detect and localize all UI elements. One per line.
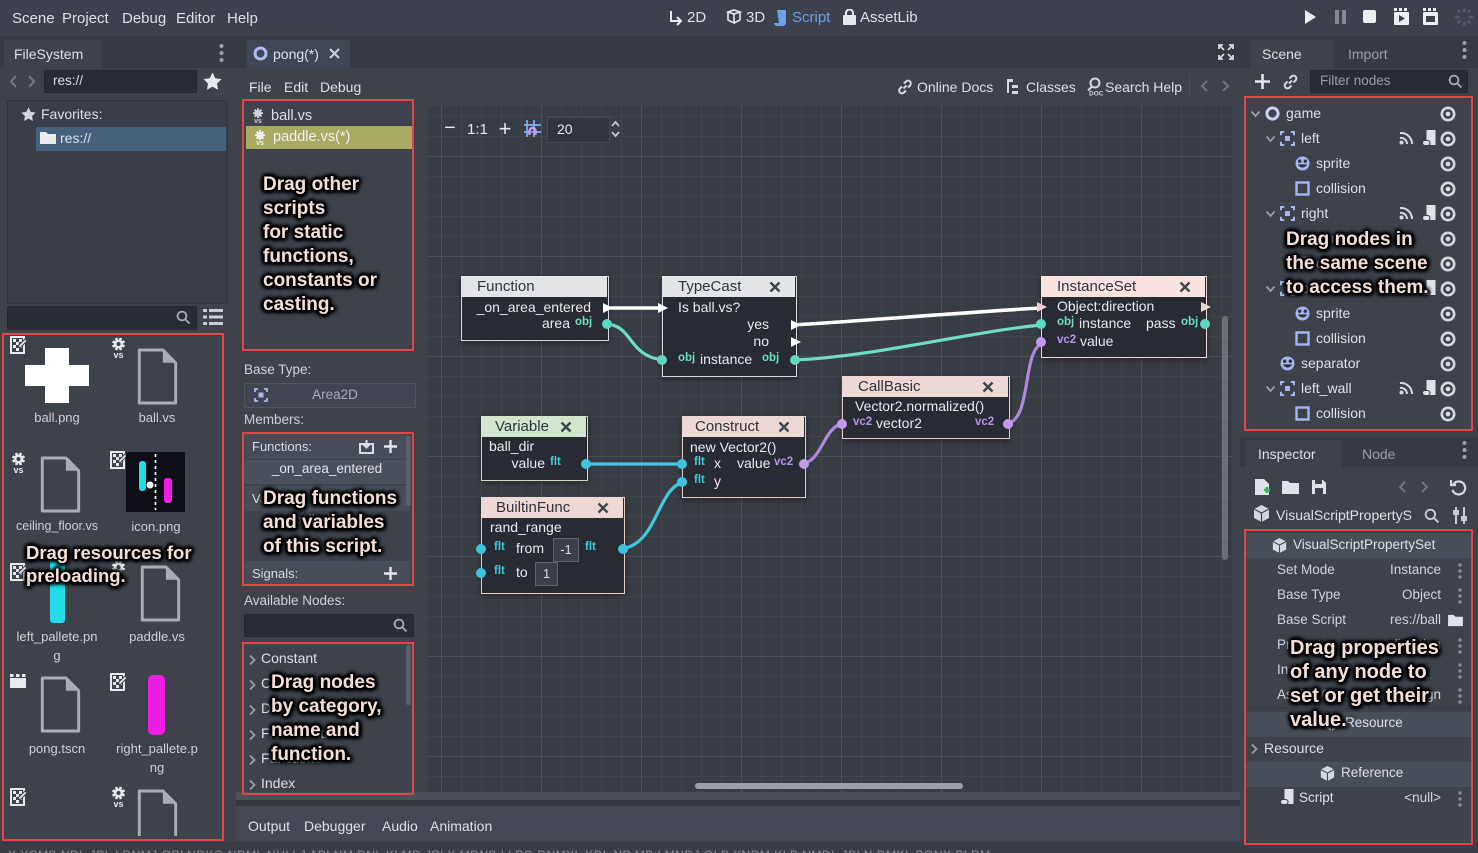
svg-text:DOC: DOC xyxy=(1089,91,1103,97)
